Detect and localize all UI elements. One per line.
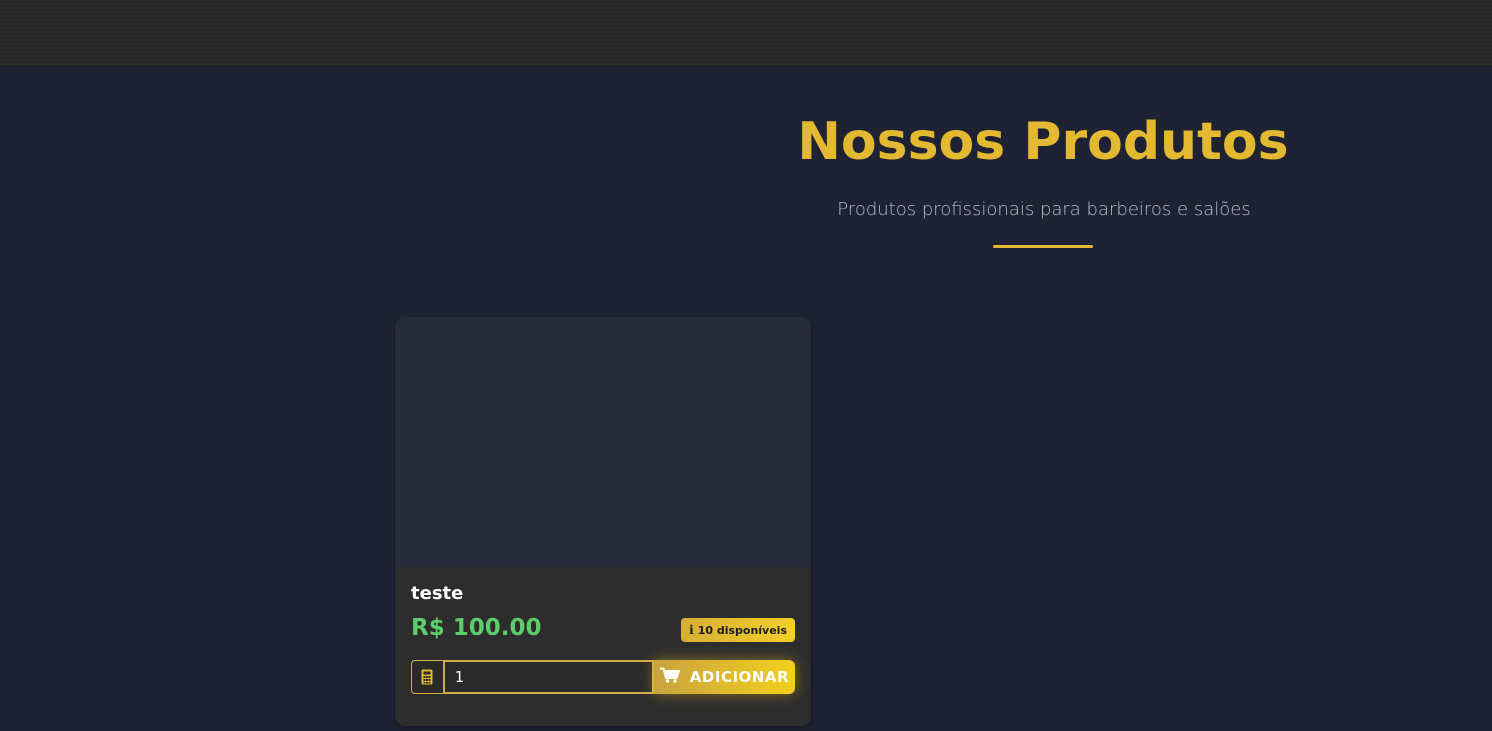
product-image-placeholder	[395, 317, 811, 567]
quantity-row: ADICIONAR	[411, 660, 795, 694]
top-navbar	[0, 0, 1492, 66]
stock-label: 10 disponíveis	[697, 623, 787, 637]
calculator-icon	[411, 660, 443, 694]
add-to-cart-label: ADICIONAR	[689, 668, 789, 686]
cart-icon	[659, 667, 680, 687]
quantity-input[interactable]	[442, 660, 654, 694]
page-title: Nossos Produtos	[797, 112, 1289, 172]
product-price: R$ 100.00	[411, 615, 542, 641]
product-card: teste R$ 100.00 i 10 disponíveis 1 ADICI…	[395, 317, 811, 726]
info-icon: i	[689, 623, 694, 637]
page-subtitle: Produtos profissionais para barbeiros e …	[837, 199, 1251, 220]
title-divider	[993, 245, 1093, 248]
product-name: teste	[411, 583, 464, 604]
stock-badge: i 10 disponíveis	[681, 618, 795, 642]
add-to-cart-button[interactable]: ADICIONAR	[653, 660, 795, 694]
